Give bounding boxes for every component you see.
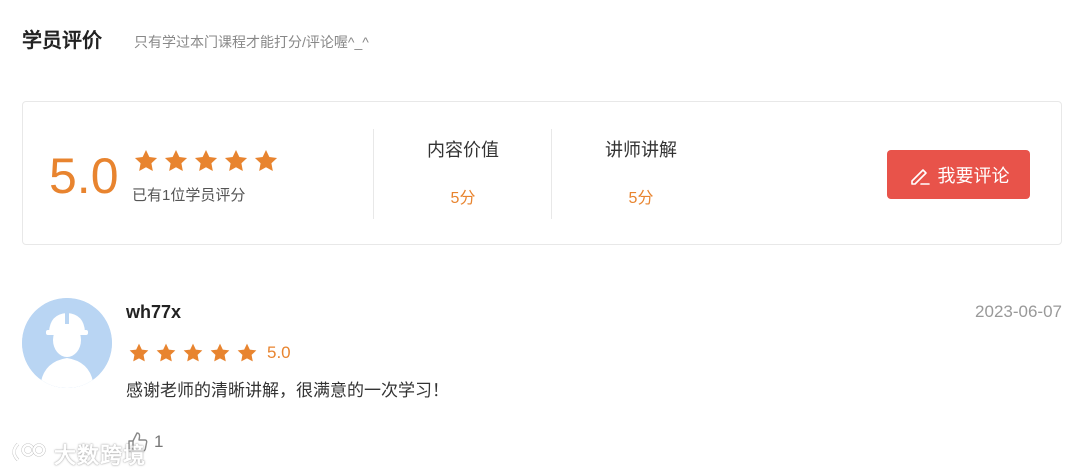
divider — [551, 129, 552, 219]
write-review-button[interactable]: 我要评论 — [887, 150, 1030, 199]
section-subtitle: 只有学过本门课程才能打分/评论喔^_^ — [134, 34, 369, 50]
avatar[interactable] — [22, 298, 112, 388]
star-icon — [236, 342, 258, 364]
divider — [373, 129, 374, 219]
rating-count: 已有1位学员评分 — [132, 187, 246, 204]
overall-stars — [133, 148, 279, 174]
write-review-label: 我要评论 — [937, 165, 1010, 186]
section-title: 学员评价 — [22, 30, 102, 52]
overall-score: 5.0 — [49, 148, 119, 204]
star-icon — [128, 342, 150, 364]
pen-icon — [908, 163, 932, 187]
star-icon — [133, 148, 159, 174]
star-icon — [209, 342, 231, 364]
dimension-content-value: 内容价值 5分 — [403, 136, 523, 208]
star-icon — [182, 342, 204, 364]
review-date: 2023-06-07 — [975, 302, 1062, 321]
star-icon — [223, 148, 249, 174]
watermark-text: 大数跨境 — [54, 443, 147, 468]
watermark: 大数跨境 — [8, 438, 146, 470]
like-count: 1 — [154, 432, 164, 451]
dimension-instructor: 讲师讲解 5分 — [581, 136, 701, 208]
review-username[interactable]: wh77x — [126, 302, 181, 323]
star-icon — [163, 148, 189, 174]
star-icon — [253, 148, 279, 174]
review-stars: 5.0 — [128, 342, 291, 364]
watermark-logo-icon — [8, 440, 48, 469]
dimension-score: 5分 — [450, 190, 476, 207]
rating-summary-card: 5.0 已有1位学员评分 内容价值 5分 讲师讲解 5分 我要评论 — [22, 101, 1062, 245]
section-header: 学员评价 只有学过本门课程才能打分/评论喔^_^ — [22, 24, 369, 53]
star-icon — [155, 342, 177, 364]
review-score: 5.0 — [267, 343, 291, 362]
dimension-label: 内容价值 — [427, 140, 499, 160]
dimension-label: 讲师讲解 — [605, 140, 677, 160]
review-comment: 感谢老师的清晰讲解，很满意的一次学习！ — [126, 381, 449, 400]
star-icon — [193, 148, 219, 174]
dimension-score: 5分 — [628, 190, 654, 207]
